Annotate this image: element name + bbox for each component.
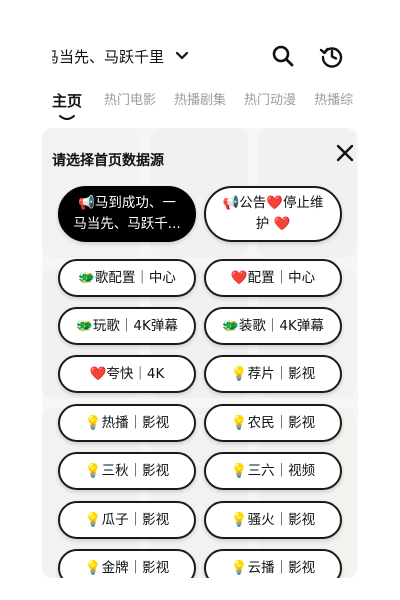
source-option-selected[interactable]: 📢马到成功、一马当先、马跃千... [58, 186, 196, 242]
category-tabs: 主页 热门电影 热播剧集 热门动漫 热播综 [52, 88, 372, 118]
source-option[interactable]: 💡热播｜影视 [58, 404, 196, 442]
tab-hot-variety[interactable]: 热播综 [314, 88, 353, 114]
top-bar: 马到成功、一马当先、马跃千里 [0, 0, 400, 84]
source-option[interactable]: 📢公告❤️停止维护 ❤️ [204, 186, 342, 242]
source-option[interactable]: 🐲装歌｜4K弹幕 [204, 307, 342, 345]
chevron-down-icon[interactable] [174, 48, 190, 64]
data-source-overlay: 请选择首页数据源 📢马到成功、一马当先、马跃千... 📢公告❤️停止维护 ❤️ … [42, 128, 358, 578]
search-icon[interactable] [270, 43, 296, 69]
source-option[interactable]: ❤️配置｜中心 [204, 259, 342, 297]
active-tab-indicator [59, 115, 75, 120]
source-option[interactable]: 💡瓜子｜影视 [58, 501, 196, 539]
source-option[interactable]: ❤️夸快｜4K [58, 355, 196, 393]
bottom-area [0, 578, 400, 600]
source-option[interactable]: 💡荐片｜影视 [204, 355, 342, 393]
tab-hot-anime[interactable]: 热门动漫 [244, 88, 296, 114]
source-option[interactable]: 💡三秋｜影视 [58, 452, 196, 490]
source-option[interactable]: 💡农民｜影视 [204, 404, 342, 442]
source-option[interactable]: 💡金牌｜影视 [58, 549, 196, 578]
source-option[interactable]: 🐲玩歌｜4K弹幕 [58, 307, 196, 345]
source-option[interactable]: 💡三六｜视频 [204, 452, 342, 490]
data-source-selector[interactable]: 马到成功、一马当先、马跃千里 [52, 44, 164, 70]
source-option[interactable]: 💡骚火｜影视 [204, 501, 342, 539]
source-option[interactable]: 💡云播｜影视 [204, 549, 342, 578]
overlay-title: 请选择首页数据源 [52, 153, 164, 169]
close-icon[interactable] [334, 142, 356, 164]
tab-home[interactable]: 主页 [52, 88, 82, 114]
history-icon[interactable] [318, 42, 346, 70]
tab-hot-series[interactable]: 热播剧集 [174, 88, 226, 114]
source-option[interactable]: 🐲歌配置｜中心 [58, 259, 196, 297]
tab-hot-movies[interactable]: 热门电影 [104, 88, 156, 114]
